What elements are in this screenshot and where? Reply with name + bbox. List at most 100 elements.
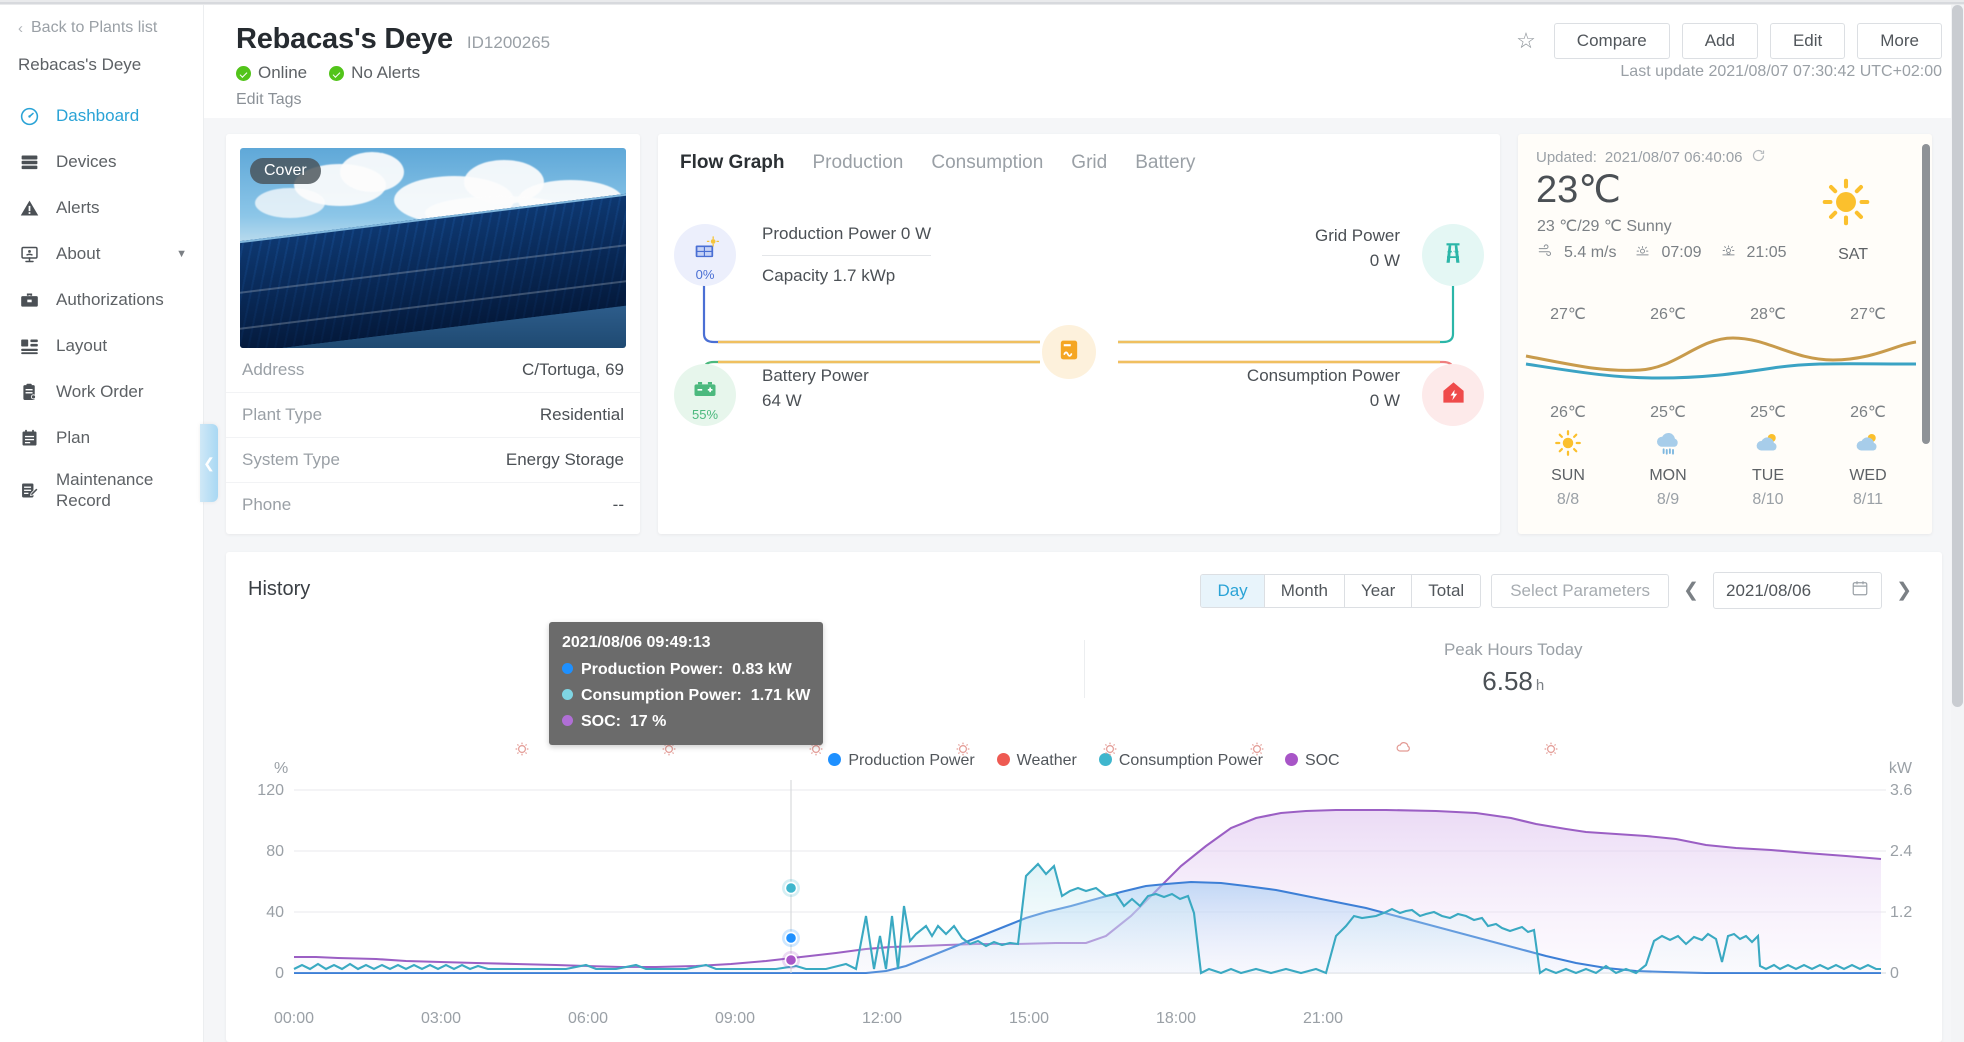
x-tick: 21:00	[1293, 1010, 1353, 1028]
check-circle-icon	[329, 66, 344, 81]
info-key: System Type	[242, 450, 340, 470]
forecast-low-row: 26℃ 25℃ 25℃ 26℃	[1518, 396, 1918, 422]
flow-tabs: Flow Graph Production Consumption Grid B…	[658, 134, 1500, 174]
sidebar-collapse-handle[interactable]: ❮	[200, 424, 218, 502]
tab-battery[interactable]: Battery	[1135, 152, 1195, 174]
back-label: Back to Plants list	[31, 19, 157, 37]
prev-date-button[interactable]: ❮	[1679, 579, 1703, 602]
consumption-label-group: Consumption Power 0 W	[1247, 364, 1400, 413]
select-parameters-button[interactable]: Select Parameters	[1491, 574, 1669, 608]
production-node[interactable]: 0%	[674, 224, 736, 286]
chevron-left-icon: ❮	[203, 455, 215, 472]
history-panel: History Day Month Year Total Select Para…	[226, 552, 1942, 1042]
tooltip-row-soc: SOC: 17 %	[562, 709, 810, 735]
production-percent: 0%	[674, 267, 736, 282]
calendar-icon	[1851, 579, 1869, 602]
weather-updated-row: Updated: 2021/08/07 06:40:06	[1518, 134, 1932, 167]
status-online-label: Online	[258, 63, 307, 83]
production-capacity-label: Capacity 1.7 kWp	[762, 256, 931, 289]
forecast-high: 27℃	[1818, 304, 1918, 330]
forecast-day: WED	[1818, 467, 1918, 485]
sun-icon	[1518, 422, 1618, 467]
chevron-left-icon: ‹	[18, 21, 23, 36]
sidebar: ‹ Back to Plants list Rebacas's Deye Das…	[0, 5, 204, 1042]
forecast-icon-row	[1518, 422, 1918, 467]
sidebar-item-label: Alerts	[56, 198, 99, 219]
tooltip-value: 17 %	[630, 713, 666, 730]
briefcase-icon	[18, 289, 40, 311]
compare-button[interactable]: Compare	[1554, 23, 1670, 59]
home-bolt-icon	[1440, 379, 1467, 411]
weather-meta-row: 5.4 m/s 07:09 21:05	[1518, 236, 1932, 263]
range-month[interactable]: Month	[1265, 575, 1345, 607]
add-button[interactable]: Add	[1682, 23, 1758, 59]
x-tick: 06:00	[558, 1010, 618, 1028]
plan-icon	[18, 427, 40, 449]
sidebar-item-maintenance-record[interactable]: Maintenance Record	[0, 461, 203, 520]
forecast-low: 25℃	[1718, 396, 1818, 422]
battery-percent: 55%	[674, 407, 736, 422]
sidebar-item-layout[interactable]: Layout	[0, 323, 203, 369]
grid-tower-icon	[1440, 240, 1466, 271]
tab-grid[interactable]: Grid	[1071, 152, 1107, 174]
sidebar-item-label: Authorizations	[56, 290, 164, 311]
weather-updated-time: 2021/08/07 06:40:06	[1605, 149, 1743, 166]
page-scrollbar[interactable]	[1951, 5, 1964, 1042]
alert-triangle-icon	[18, 197, 40, 219]
last-update-text: Last update 2021/08/07 07:30:42 UTC+02:0…	[1620, 63, 1942, 81]
sidebar-item-dashboard[interactable]: Dashboard	[0, 93, 203, 139]
sidebar-item-work-order[interactable]: Work Order	[0, 369, 203, 415]
date-picker[interactable]: 2021/08/06	[1713, 572, 1882, 609]
tooltip-row-production: Production Power: 0.83 kW	[562, 657, 810, 683]
range-day[interactable]: Day	[1201, 575, 1264, 607]
chart-plot	[226, 766, 1942, 1006]
production-power-label: Production Power 0 W	[762, 222, 931, 256]
tab-consumption[interactable]: Consumption	[931, 152, 1043, 174]
plant-info-card: Cover Address C/Tortuga, 69 Plant Type R…	[226, 134, 640, 534]
sidebar-item-authorizations[interactable]: Authorizations	[0, 277, 203, 323]
tooltip-row-consumption: Consumption Power: 1.71 kW	[562, 683, 810, 709]
tab-production[interactable]: Production	[813, 152, 904, 174]
edit-button[interactable]: Edit	[1770, 23, 1845, 59]
consumption-node[interactable]	[1422, 364, 1484, 426]
star-icon[interactable]: ☆	[1510, 30, 1542, 52]
forecast-date: 8/11	[1818, 485, 1918, 509]
refresh-icon[interactable]	[1751, 148, 1766, 167]
rain-icon	[1618, 422, 1718, 467]
weather-scrollbar[interactable]	[1922, 144, 1930, 524]
next-date-button[interactable]: ❯	[1892, 579, 1916, 602]
sunset-time: 21:05	[1747, 244, 1787, 262]
sidebar-item-alerts[interactable]: Alerts	[0, 185, 203, 231]
history-controls: Day Month Year Total Select Parameters ❮…	[1200, 572, 1916, 609]
consumption-power-label: Consumption Power	[1247, 364, 1400, 389]
tab-flow-graph[interactable]: Flow Graph	[680, 152, 785, 174]
sunrise-icon	[1634, 243, 1651, 263]
more-button[interactable]: More	[1857, 23, 1942, 59]
sidebar-item-plan[interactable]: Plan	[0, 415, 203, 461]
grid-label-group: Grid Power 0 W	[1315, 224, 1400, 273]
grid-node[interactable]	[1422, 224, 1484, 286]
range-year[interactable]: Year	[1345, 575, 1412, 607]
back-to-plants-list[interactable]: ‹ Back to Plants list	[0, 5, 203, 37]
chart-tooltip: 2021/08/06 09:49:13 Production Power: 0.…	[549, 622, 823, 745]
range-total[interactable]: Total	[1412, 575, 1480, 607]
forecast-high-row: 27℃ 26℃ 28℃ 27℃	[1518, 304, 1918, 330]
sidebar-item-about[interactable]: About ▼	[0, 231, 203, 277]
sidebar-item-devices[interactable]: Devices	[0, 139, 203, 185]
tooltip-timestamp: 2021/08/06 09:49:13	[562, 630, 810, 656]
flow-diagram: 0% Production Power 0 W Capacity 1.7 kWp	[658, 174, 1500, 494]
forecast-high: 28℃	[1718, 304, 1818, 330]
edit-tags-link[interactable]: Edit Tags	[204, 83, 1964, 109]
sidebar-item-label: Work Order	[56, 382, 144, 403]
stat-peak-hours: Peak Hours Today 6.58h	[1085, 640, 1943, 698]
grid-power-value: 0 W	[1315, 249, 1400, 274]
inverter-node[interactable]	[1042, 325, 1096, 379]
forecast-high: 26℃	[1618, 304, 1718, 330]
info-key: Address	[242, 360, 304, 380]
chevron-down-icon[interactable]: ▼	[176, 248, 187, 260]
tooltip-name: Consumption Power:	[581, 687, 742, 704]
battery-node[interactable]: 55%	[674, 364, 736, 426]
forecast-date: 8/9	[1618, 485, 1718, 509]
info-row-address: Address C/Tortuga, 69	[226, 348, 640, 393]
sidebar-item-label: Maintenance Record	[56, 470, 187, 511]
